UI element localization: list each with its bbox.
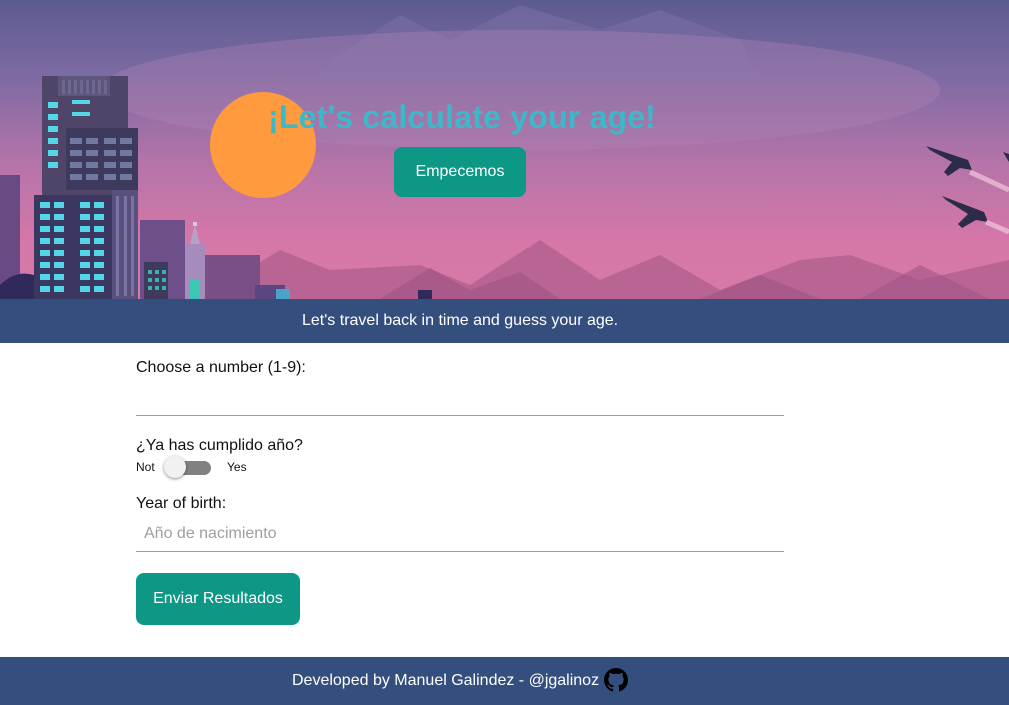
- switch-off-label: Not: [136, 460, 155, 474]
- footer-credit: Developed by Manuel Galindez - @jgalinoz: [292, 672, 600, 689]
- banner-text: Let's travel back in time and guess your…: [302, 312, 619, 329]
- submit-button[interactable]: Enviar Resultados: [136, 573, 300, 625]
- switch-thumb[interactable]: [164, 456, 186, 478]
- hero-title: ¡Let's calculate your age!: [268, 99, 657, 135]
- year-input[interactable]: [136, 516, 784, 552]
- github-icon[interactable]: [604, 668, 628, 692]
- number-label: Choose a number (1-9):: [136, 359, 306, 376]
- year-label: Year of birth:: [136, 495, 227, 512]
- number-input[interactable]: [136, 380, 784, 416]
- footer: Developed by Manuel Galindez - @jgalinoz: [0, 657, 1009, 705]
- jet-1-shape: [926, 146, 972, 176]
- jet-2-shape: [942, 196, 988, 228]
- birthday-switch[interactable]: Not Yes: [136, 456, 276, 478]
- switch-on-label: Yes: [227, 460, 247, 474]
- hero-section: ¡Let's calculate your age! Empecemos: [0, 0, 1009, 299]
- subtitle-banner: Let's travel back in time and guess your…: [0, 299, 1009, 343]
- start-button[interactable]: Empecemos: [394, 147, 526, 197]
- birthday-question-label: ¿Ya has cumplido año?: [136, 437, 303, 454]
